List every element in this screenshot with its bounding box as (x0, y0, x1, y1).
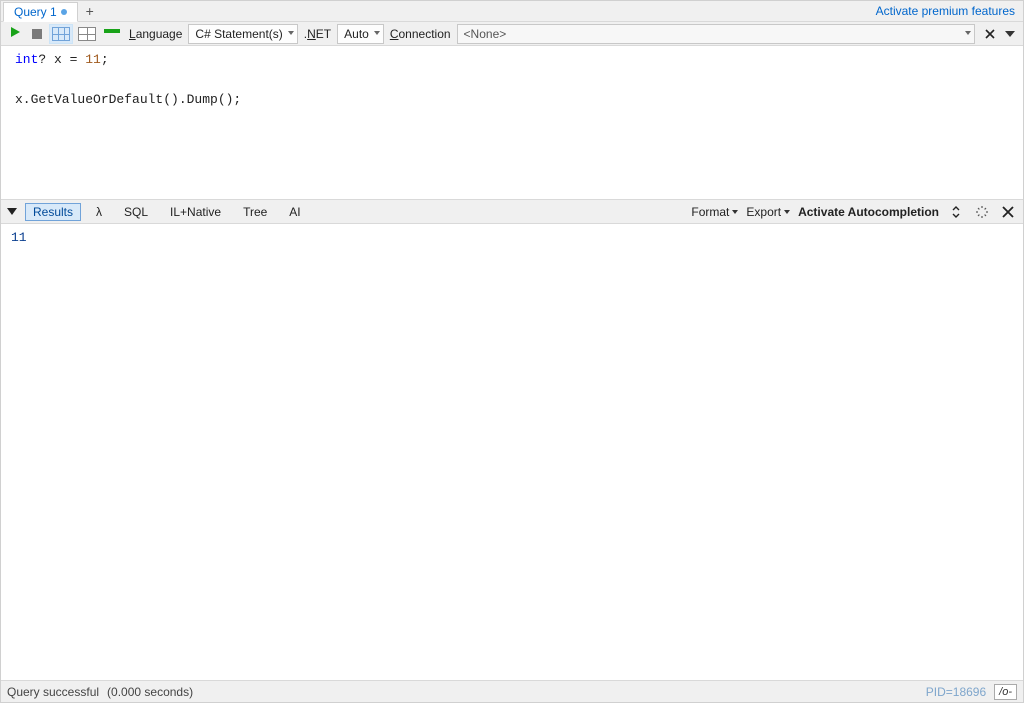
grid-rich-icon (52, 27, 70, 41)
chevron-down-icon (732, 210, 738, 214)
results-datagrid-button[interactable] (75, 24, 99, 44)
dotnet-select[interactable]: Auto (337, 24, 384, 44)
token-op: = (70, 52, 86, 67)
chevron-down-icon (1005, 31, 1015, 37)
progress-button[interactable] (101, 24, 123, 44)
stop-button[interactable] (27, 24, 47, 44)
sort-icon (950, 206, 962, 218)
status-message: Query successful (7, 685, 99, 699)
toolbar-overflow-button[interactable] (1001, 25, 1019, 43)
stop-icon (32, 29, 42, 39)
close-results-button[interactable] (999, 203, 1017, 221)
dotnet-label: .NET (300, 27, 335, 41)
close-icon (1002, 206, 1014, 218)
run-button[interactable] (5, 24, 25, 44)
language-select-value: C# Statement(s) (195, 27, 282, 41)
token-number: 11 (85, 52, 101, 67)
results-tab-tree[interactable]: Tree (236, 204, 274, 220)
results-tab-lambda[interactable]: λ (89, 204, 109, 220)
status-bar: Query successful (0.000 seconds) PID=186… (1, 680, 1023, 702)
status-pid: PID=18696 (926, 685, 986, 699)
export-menu[interactable]: Export (746, 205, 790, 219)
token-semicolon: ; (101, 52, 109, 67)
activate-premium-link[interactable]: Activate premium features (868, 4, 1023, 18)
refresh-button[interactable] (973, 203, 991, 221)
code-line: x.GetValueOrDefault().Dump(); (15, 92, 241, 107)
close-query-button[interactable] (981, 25, 999, 43)
language-label: Language (125, 27, 186, 41)
results-grid-button[interactable] (49, 24, 73, 44)
outlining-toggle[interactable]: /o- (994, 684, 1017, 700)
status-timing: (0.000 seconds) (107, 685, 193, 699)
query-tabstrip: Query 1 + Activate premium features (1, 1, 1023, 22)
dirty-indicator-icon (61, 9, 67, 15)
results-output[interactable]: 11 (1, 224, 1023, 680)
connection-select[interactable]: <None> (457, 24, 975, 44)
chevron-down-icon (965, 31, 971, 35)
results-tab-sql[interactable]: SQL (117, 204, 155, 220)
collapse-results-button[interactable] (7, 208, 17, 215)
results-tab-il[interactable]: IL+Native (163, 204, 228, 220)
results-tab-results[interactable]: Results (25, 203, 81, 221)
results-tab-ai[interactable]: AI (282, 204, 307, 220)
chevron-down-icon (374, 31, 380, 35)
results-value: 11 (11, 230, 27, 245)
tab-label: Query 1 (14, 5, 57, 19)
dotnet-select-value: Auto (344, 27, 369, 41)
toolbar: Language C# Statement(s) .NET Auto Conne… (1, 22, 1023, 46)
format-menu[interactable]: Format (691, 205, 738, 219)
export-label: Export (746, 205, 781, 219)
plus-icon: + (86, 3, 94, 19)
grid-plain-icon (78, 27, 96, 41)
token-ident: x (46, 52, 69, 67)
connection-select-value: <None> (464, 27, 507, 41)
close-icon (985, 29, 995, 39)
code-editor[interactable]: int? x = 11; x.GetValueOrDefault().Dump(… (1, 46, 1023, 200)
reorder-button[interactable] (947, 203, 965, 221)
play-icon (9, 26, 21, 41)
language-select[interactable]: C# Statement(s) (188, 24, 297, 44)
progress-icon (104, 29, 120, 33)
chevron-down-icon (288, 31, 294, 35)
activate-autocomplete-link[interactable]: Activate Autocompletion (798, 205, 939, 219)
query-tab[interactable]: Query 1 (3, 2, 78, 22)
loading-icon (976, 206, 988, 218)
add-tab-button[interactable]: + (78, 1, 102, 21)
format-label: Format (691, 205, 729, 219)
chevron-down-icon (784, 210, 790, 214)
token-keyword: int (15, 52, 38, 67)
results-tabstrip: Results λ SQL IL+Native Tree AI Format E… (1, 200, 1023, 224)
connection-label: Connection (386, 27, 455, 41)
